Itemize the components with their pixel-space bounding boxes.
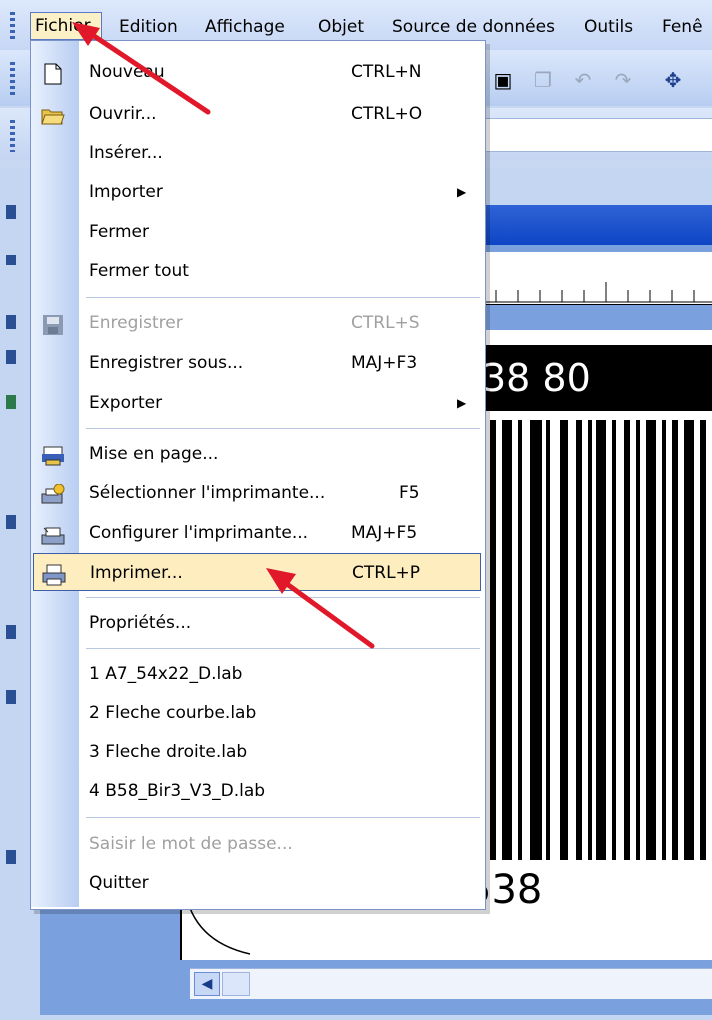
menu-item-importer[interactable]: Importer ▶ [31, 173, 483, 211]
menu-item-label: 2 Fleche courbe.lab [89, 703, 257, 723]
annotation-arrow-imprimer [266, 568, 375, 649]
menu-separator [86, 817, 480, 818]
toolbar-field[interactable] [485, 118, 712, 152]
palette-tool-icon[interactable] [6, 690, 16, 704]
menu-item-recent-file[interactable]: 2 Fleche courbe.lab [31, 694, 483, 732]
menu-item-label: Configurer l'imprimante... [89, 523, 309, 543]
menu-item-label: Enregistrer [89, 313, 183, 333]
toolbar-grip[interactable] [10, 62, 15, 96]
submenu-arrow-icon: ▶ [457, 396, 467, 410]
menu-item-label: 4 B58_Bir3_V3_D.lab [89, 781, 266, 801]
menu-item-enregistrer[interactable]: Enregistrer CTRL+S [31, 304, 483, 342]
menu-item-label: Imprimer... [90, 563, 183, 583]
copy-icon[interactable]: ❐ [530, 68, 556, 92]
menu-item-fermer[interactable]: Fermer [31, 213, 483, 251]
toolbar2-grip[interactable] [10, 120, 15, 152]
menu-item-configurer-imprimante[interactable]: Configurer l'imprimante... MAJ+F5 [31, 514, 483, 552]
palette-tool-icon[interactable] [6, 255, 16, 265]
redo-icon[interactable]: ↷ [610, 68, 636, 92]
palette-tool-icon[interactable] [6, 315, 16, 329]
menu-item-saisir-mot-de-passe[interactable]: Saisir le mot de passe... [31, 825, 483, 863]
menu-objet[interactable]: Objet [316, 14, 366, 40]
menu-item-recent-file[interactable]: 4 B58_Bir3_V3_D.lab [31, 772, 483, 810]
menu-item-label: Saisir le mot de passe... [89, 834, 293, 854]
menu-item-label: 3 Fleche droite.lab [89, 742, 248, 762]
menu-item-label: Mise en page... [89, 444, 219, 464]
select-printer-icon [41, 482, 65, 504]
menu-item-shortcut: CTRL+N [351, 62, 422, 82]
submenu-arrow-icon: ▶ [457, 185, 467, 199]
menu-fenetre[interactable]: Fenê [660, 14, 705, 40]
scroll-left-button[interactable]: ◀ [194, 972, 220, 996]
menu-outils[interactable]: Outils [582, 14, 635, 40]
menu-item-selectionner-imprimante[interactable]: Sélectionner l'imprimante... F5 [31, 474, 483, 512]
menubar-grip[interactable] [10, 12, 15, 40]
menu-item-exporter[interactable]: Exporter ▶ [31, 384, 483, 422]
scroll-thumb[interactable] [222, 972, 250, 996]
menu-item-imprimer[interactable]: Imprimer... CTRL+P [33, 553, 481, 591]
menu-item-label: Propriétés... [89, 613, 192, 633]
palette-tool-icon[interactable] [6, 515, 16, 529]
palette-tool-icon[interactable] [6, 625, 16, 639]
menu-item-inserer[interactable]: Insérer... [31, 134, 483, 172]
menu-item-proprietes[interactable]: Propriétés... [31, 604, 483, 642]
menu-item-shortcut: MAJ+F5 [351, 523, 418, 543]
palette-tool-icon[interactable] [6, 350, 16, 364]
menu-item-mise-en-page[interactable]: Mise en page... [31, 435, 483, 473]
menu-item-fermer-tout[interactable]: Fermer tout [31, 252, 483, 290]
menu-item-recent-file[interactable]: 3 Fleche droite.lab [31, 733, 483, 771]
configure-printer-icon [41, 522, 65, 545]
menu-item-label: Sélectionner l'imprimante... [89, 483, 326, 503]
annotation-arrow-fichier [72, 22, 211, 115]
menu-item-shortcut: CTRL+S [351, 313, 420, 333]
menu-item-enregistrer-sous[interactable]: Enregistrer sous... MAJ+F3 [31, 344, 483, 382]
page-setup-icon [41, 443, 65, 466]
palette-tool-icon[interactable] [6, 205, 16, 219]
menu-item-quitter[interactable]: Quitter [31, 864, 483, 902]
print-icon [42, 562, 66, 586]
menu-item-label: Fermer tout [89, 261, 189, 281]
menu-source-de-donnees[interactable]: Source de données [390, 14, 557, 40]
menu-item-label: Importer [89, 182, 163, 202]
menu-item-label: Enregistrer sous... [89, 353, 244, 373]
menu-item-label: 1 A7_54x22_D.lab [89, 664, 243, 684]
menu-separator [86, 297, 480, 298]
save-disk-icon [41, 312, 65, 335]
menu-item-shortcut: MAJ+F3 [351, 353, 418, 373]
menu-separator [86, 428, 480, 429]
tool-palette [0, 168, 22, 1020]
menu-item-label: Insérer... [89, 143, 163, 163]
move-icon[interactable]: ✥ [660, 68, 686, 92]
palette-tool-icon[interactable] [6, 395, 16, 409]
menu-item-shortcut: F5 [399, 483, 420, 503]
menu-item-label: Exporter [89, 393, 163, 413]
menu-item-recent-file[interactable]: 1 A7_54x22_D.lab [31, 655, 483, 693]
horizontal-scrollbar[interactable] [190, 968, 712, 999]
paste-icon[interactable]: ▣ [490, 68, 516, 92]
menu-item-label: Quitter [89, 873, 149, 893]
menu-item-label: Fermer [89, 222, 150, 242]
undo-icon[interactable]: ↶ [570, 68, 596, 92]
menu-item-shortcut: CTRL+O [351, 104, 423, 124]
palette-tool-icon[interactable] [6, 850, 16, 864]
